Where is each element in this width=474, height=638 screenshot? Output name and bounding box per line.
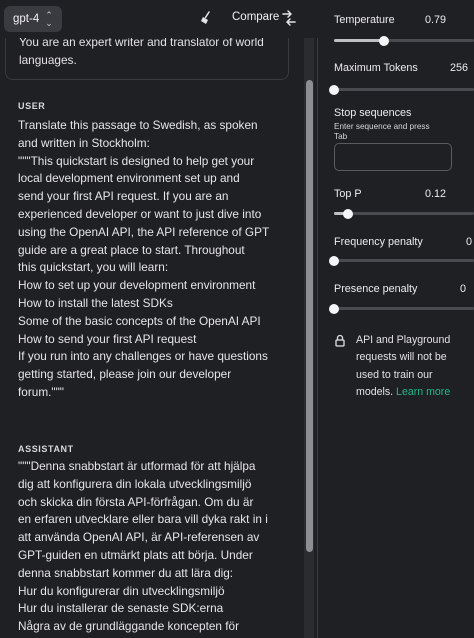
compare-button[interactable]: Compare — [232, 11, 279, 23]
message-line: local development environment set up and — [18, 171, 240, 186]
message-line: Some of the basic concepts of the OpenAI… — [18, 313, 261, 328]
slider-fill — [334, 39, 385, 42]
settings-panel: Temperature 0.79 Maximum Tokens 256 Stop… — [318, 0, 474, 638]
slider-knob[interactable] — [329, 303, 339, 314]
message-line: this quickstart, you will learn: — [18, 260, 169, 275]
model-select[interactable]: gpt-4 ⌃ ⌄ — [4, 6, 62, 32]
slider-knob[interactable] — [343, 208, 353, 219]
top-p-slider[interactable] — [334, 208, 474, 219]
message-line: How to install the latest SDKs — [18, 295, 173, 310]
message-line: att använda OpenAI API, är API-referense… — [18, 530, 260, 545]
chevron-updown-icon: ⌃ ⌄ — [45, 10, 53, 28]
broom-icon[interactable] — [198, 10, 214, 26]
compare-arrows-icon[interactable] — [280, 9, 298, 27]
stop-sequences-input[interactable] — [334, 143, 452, 171]
frequency-penalty-slider[interactable] — [329, 255, 474, 266]
message-line: forum.""" — [18, 384, 64, 399]
message-line: How to send your first API request — [18, 331, 197, 346]
message-line: dig att konfigurera din lokala utvecklin… — [18, 476, 252, 491]
temperature-value[interactable]: 0.79 — [425, 14, 446, 26]
message-line: and written in Stockholm: — [18, 135, 150, 150]
message-line: send your first API request. If you are … — [18, 189, 229, 204]
max-tokens-slider[interactable] — [329, 84, 474, 95]
message-line: using the OpenAI API, the API reference … — [18, 224, 270, 239]
message-line: experienced developer or want to just di… — [18, 206, 262, 221]
message-line: getting started, please join our develop… — [18, 367, 232, 382]
assistant-role-label[interactable]: ASSISTANT — [18, 444, 74, 454]
chat-panel: You are an expert writer and translator … — [0, 0, 318, 638]
stop-sequences-hint: Enter sequence and press Tab — [334, 122, 430, 141]
message-line: denna snabbstart kommer du att lära dig: — [18, 565, 234, 580]
message-line: en erfaren utvecklare eller bara vill dy… — [18, 512, 268, 527]
user-role-label[interactable]: USER — [18, 101, 45, 111]
user-message[interactable]: Translate this passage to Swedish, as sp… — [18, 117, 293, 402]
message-line: och skicka din första API-förfrågan. Om … — [18, 494, 254, 509]
message-line: Hur du installerar de senaste SDK:erna — [18, 601, 224, 616]
max-tokens-label: Maximum Tokens — [334, 62, 418, 74]
slider-knob[interactable] — [379, 35, 390, 46]
presence-penalty-label: Presence penalty — [334, 283, 418, 295]
max-tokens-value[interactable]: 256 — [450, 62, 468, 74]
top-p-label: Top P — [334, 188, 362, 200]
message-line: How to set up your development environme… — [18, 278, 256, 293]
top-p-value[interactable]: 0.12 — [425, 188, 446, 200]
message-line: Hur du konfigurerar din utvecklingsmiljö — [18, 583, 225, 598]
presence-penalty-slider[interactable] — [329, 303, 474, 314]
privacy-notice: API and Playground requests will not be … — [356, 332, 466, 402]
frequency-penalty-value[interactable]: 0 — [466, 236, 472, 248]
assistant-message[interactable]: """Denna snabbstart är utformad för att … — [18, 458, 293, 636]
scrollbar-thumb[interactable] — [306, 80, 313, 552]
top-toolbar: gpt-4 ⌃ ⌄ Compare — [0, 0, 318, 38]
stop-sequences-label: Stop sequences — [334, 107, 412, 119]
message-line: guide are a great place to start. Throug… — [18, 242, 245, 257]
message-line: Några av de grundläggande koncepten för — [18, 619, 240, 634]
presence-penalty-value[interactable]: 0 — [460, 283, 466, 295]
slider-knob[interactable] — [329, 255, 339, 266]
frequency-penalty-label: Frequency penalty — [334, 236, 423, 248]
message-line: Translate this passage to Swedish, as sp… — [18, 118, 258, 132]
temperature-slider[interactable] — [334, 35, 474, 46]
message-line: If you run into any challenges or have q… — [18, 349, 268, 364]
message-line: """This quickstart is designed to help g… — [18, 153, 255, 168]
slider-knob[interactable] — [329, 84, 339, 95]
system-line: languages. — [19, 52, 77, 67]
temperature-label: Temperature — [334, 14, 395, 26]
message-line: GPT-guiden en utmärkt plats att börja. U… — [18, 547, 253, 562]
model-name: gpt-4 — [13, 13, 40, 25]
lock-icon — [335, 334, 345, 347]
learn-more-link[interactable]: Learn more — [396, 386, 450, 398]
message-line: """Denna snabbstart är utformad för att … — [18, 459, 256, 473]
